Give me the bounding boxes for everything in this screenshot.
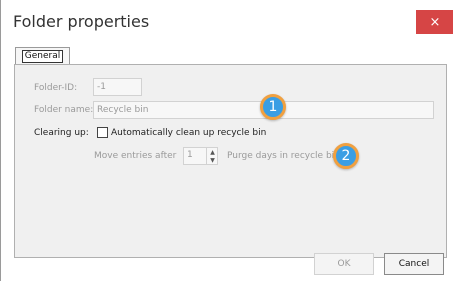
clearing-up-label: Clearing up: xyxy=(34,128,89,138)
folder-name-label: Folder name: xyxy=(34,105,94,115)
purge-days-value: 1 xyxy=(187,150,193,160)
folder-id-label: Folder-ID: xyxy=(34,83,78,93)
purge-days-suffix: Purge days in recycle bin xyxy=(227,151,340,161)
tab-general-label: General xyxy=(21,50,64,63)
move-entries-label: Move entries after xyxy=(94,151,177,161)
annotation-number: 2 xyxy=(341,148,351,164)
ok-button-label: OK xyxy=(337,259,351,269)
close-button[interactable]: × xyxy=(416,10,453,34)
general-panel xyxy=(14,64,447,258)
stepper-buttons: ▲ ▼ xyxy=(206,148,217,164)
stepper-up-icon[interactable]: ▲ xyxy=(207,148,218,156)
auto-clean-label[interactable]: Automatically clean up recycle bin xyxy=(111,128,266,138)
cancel-button[interactable]: Cancel xyxy=(384,253,444,275)
annotation-badge-2: 2 xyxy=(333,143,359,169)
folder-properties-dialog: Folder properties × General Folder-ID: -… xyxy=(0,0,453,281)
annotation-badge-1: 1 xyxy=(260,94,286,120)
ok-button[interactable]: OK xyxy=(314,253,374,275)
folder-id-value: -1 xyxy=(97,82,106,92)
dialog-title: Folder properties xyxy=(13,12,150,31)
stepper-down-icon[interactable]: ▼ xyxy=(207,156,218,164)
purge-days-stepper[interactable]: 1 ▲ ▼ xyxy=(183,147,218,165)
cancel-button-label: Cancel xyxy=(398,259,430,269)
tab-general[interactable]: General xyxy=(15,47,70,65)
annotation-number: 1 xyxy=(268,99,278,115)
folder-id-field: -1 xyxy=(93,78,142,96)
close-icon: × xyxy=(429,14,441,30)
folder-name-value: Recycle bin xyxy=(97,105,149,115)
auto-clean-checkbox[interactable] xyxy=(97,127,108,138)
